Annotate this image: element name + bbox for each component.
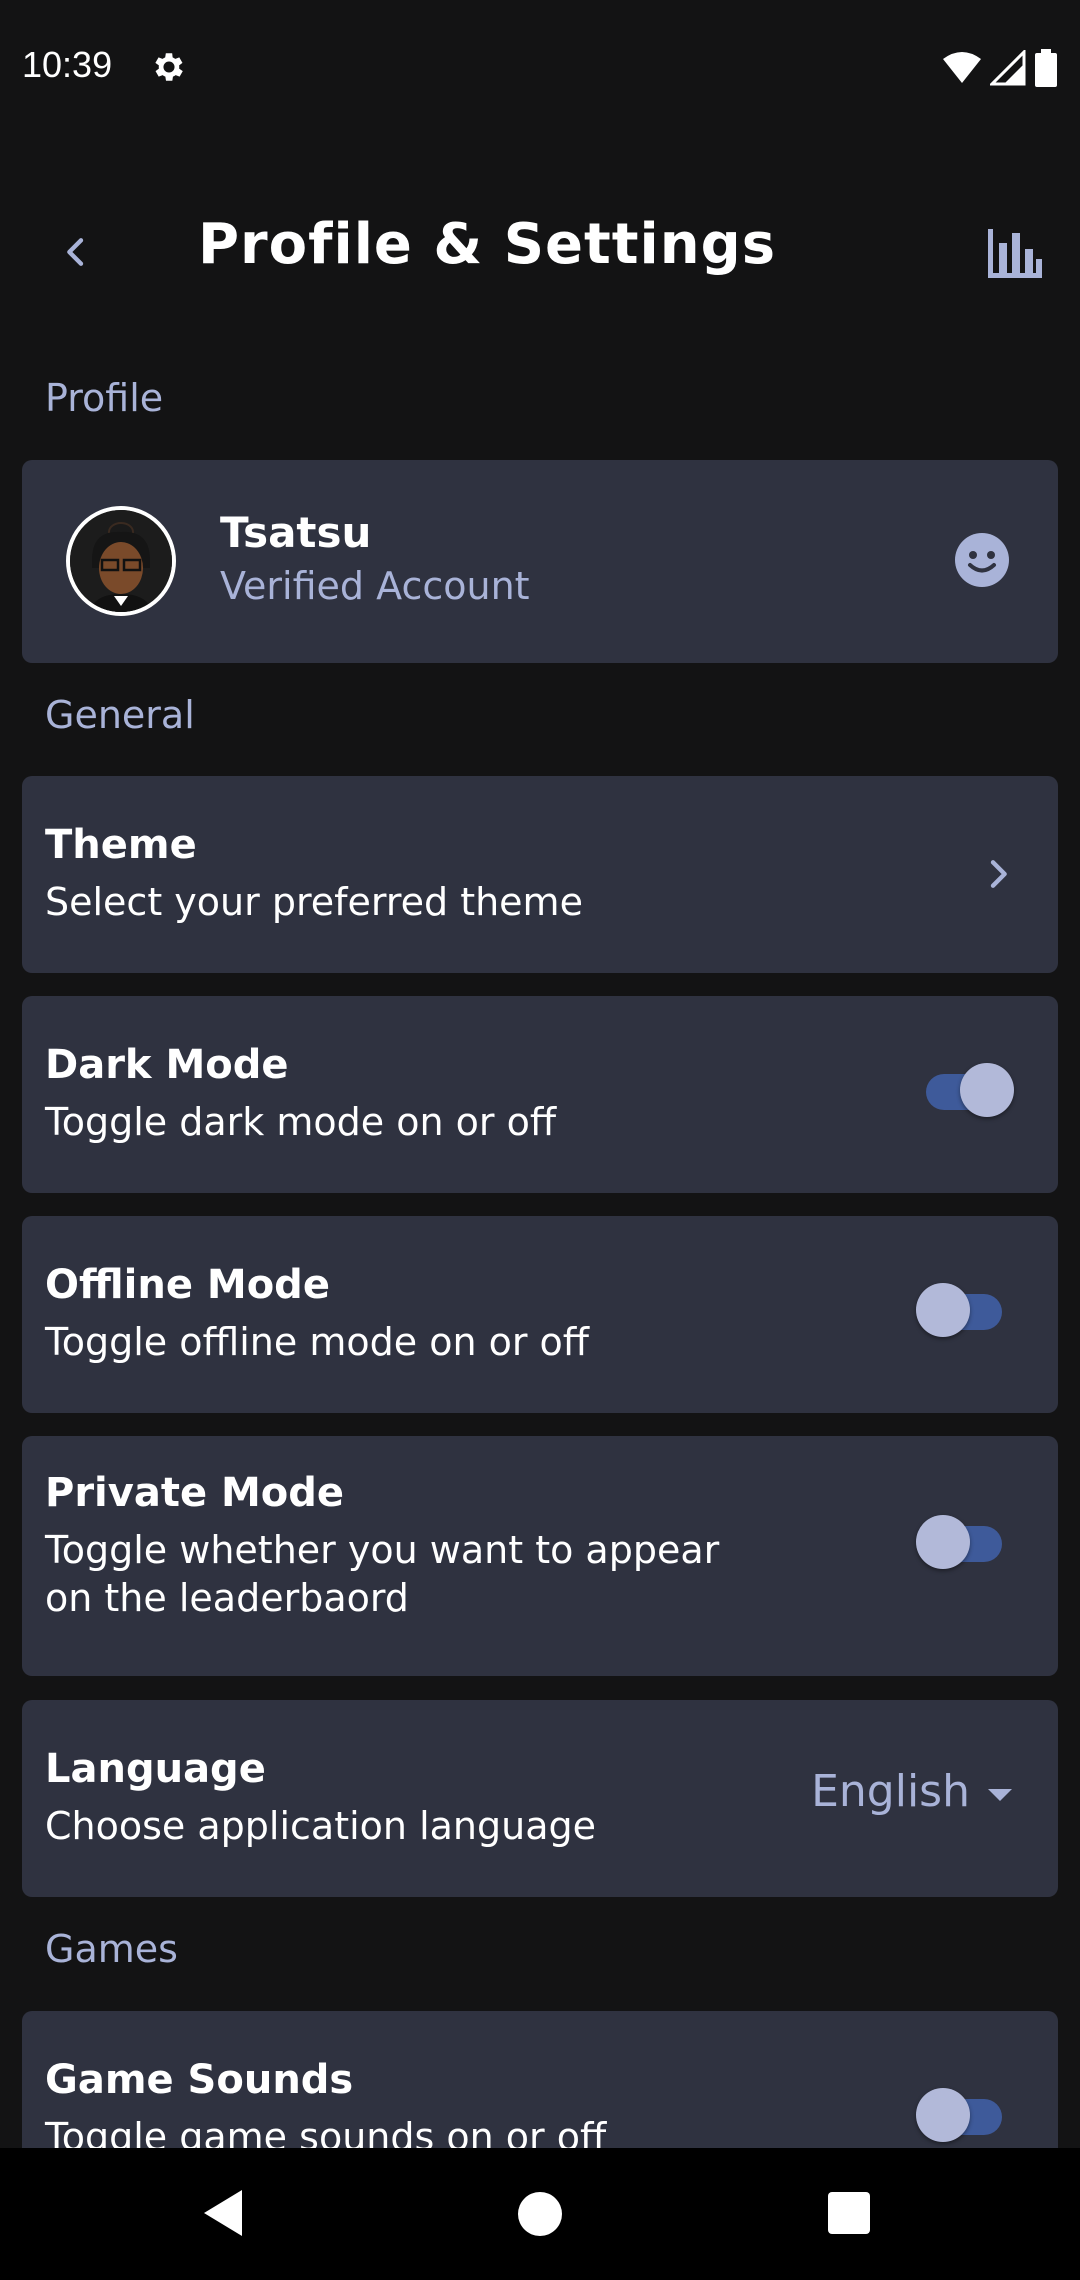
- private-mode-subtitle-line1: Toggle whether you want to appear: [45, 1528, 720, 1572]
- dark-mode-subtitle: Toggle dark mode on or off: [45, 1100, 557, 1144]
- game-sounds-toggle[interactable]: [916, 2088, 1008, 2142]
- verified-status: Verified Account: [220, 564, 530, 608]
- offline-mode-toggle[interactable]: [916, 1283, 1008, 1337]
- status-time: 10:39: [22, 44, 113, 85]
- language-selected: English: [811, 1766, 970, 1817]
- game-sounds-title: Game Sounds: [45, 2057, 354, 2103]
- system-navigation-bar: [0, 2148, 1080, 2280]
- smiley-face-icon[interactable]: [954, 532, 1010, 588]
- language-subtitle: Choose application language: [45, 1804, 596, 1848]
- toggle-knob: [916, 1515, 970, 1569]
- theme-title: Theme: [45, 822, 197, 868]
- offline-mode-title: Offline Mode: [45, 1262, 330, 1308]
- nav-home-button[interactable]: [518, 2192, 562, 2236]
- status-indicators: [942, 48, 1058, 88]
- toggle-knob: [916, 1283, 970, 1337]
- page-title: Profile & Settings: [198, 212, 777, 277]
- language-dropdown[interactable]: English: [811, 1766, 1012, 1817]
- section-label-games: Games: [45, 1927, 178, 1971]
- wifi-icon: [943, 52, 981, 83]
- avatar-image: [70, 510, 172, 612]
- private-mode-toggle[interactable]: [916, 1515, 1008, 1569]
- toggle-knob: [960, 1063, 1014, 1117]
- nav-recents-button[interactable]: [828, 2192, 870, 2234]
- nav-back-button[interactable]: [200, 2188, 246, 2238]
- cellular-signal-icon: [990, 50, 1026, 86]
- private-mode-title: Private Mode: [45, 1470, 345, 1516]
- theme-subtitle: Select your preferred theme: [45, 880, 583, 924]
- dark-mode-title: Dark Mode: [45, 1042, 289, 1088]
- avatar: [66, 506, 176, 616]
- app-bar: Profile & Settings: [0, 180, 1080, 310]
- language-setting[interactable]: Language Choose application language Eng…: [22, 1700, 1058, 1897]
- battery-icon: [1035, 49, 1057, 87]
- toggle-knob: [916, 2088, 970, 2142]
- private-mode-setting: Private Mode Toggle whether you want to …: [22, 1436, 1058, 1676]
- game-sounds-subtitle: Toggle game sounds on or off: [45, 2115, 607, 2148]
- back-arrow-icon: [67, 238, 84, 266]
- language-title: Language: [45, 1746, 266, 1792]
- leaderboard-stats-button[interactable]: [980, 218, 1050, 288]
- private-mode-subtitle-line2: on the leaderbaord: [45, 1576, 409, 1620]
- status-bar: 10:39: [0, 0, 1080, 135]
- chevron-right-icon: [990, 860, 1007, 888]
- bar-chart-icon: [988, 229, 1042, 278]
- game-sounds-setting: Game Sounds Toggle game sounds on or off: [22, 2011, 1058, 2148]
- dark-mode-setting: Dark Mode Toggle dark mode on or off: [22, 996, 1058, 1193]
- dropdown-caret-icon: [988, 1788, 1012, 1801]
- section-label-profile: Profile: [45, 376, 164, 420]
- theme-setting[interactable]: Theme Select your preferred theme: [22, 776, 1058, 973]
- offline-mode-setting: Offline Mode Toggle offline mode on or o…: [22, 1216, 1058, 1413]
- section-label-general: General: [45, 693, 195, 737]
- profile-name: Tsatsu: [220, 508, 372, 557]
- profile-card[interactable]: Tsatsu Verified Account: [22, 460, 1058, 663]
- dark-mode-toggle[interactable]: [916, 1063, 1014, 1117]
- offline-mode-subtitle: Toggle offline mode on or off: [45, 1320, 589, 1364]
- back-button[interactable]: [40, 216, 112, 288]
- settings-gear-icon: [155, 53, 183, 81]
